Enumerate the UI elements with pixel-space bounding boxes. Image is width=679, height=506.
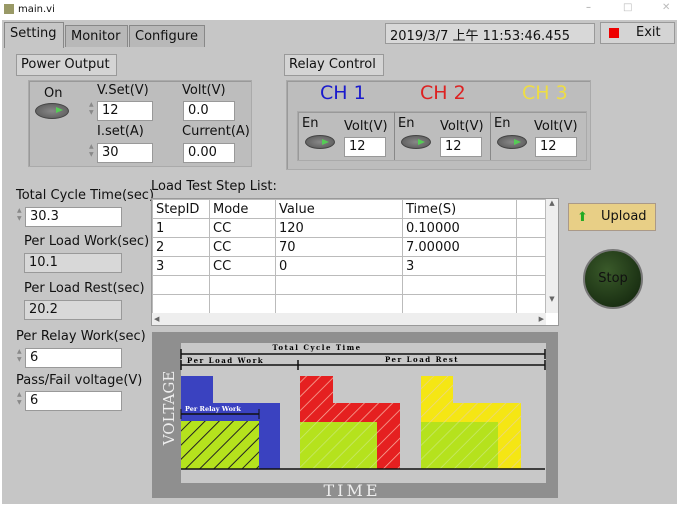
vset-label: V.Set(V) xyxy=(97,83,149,98)
vset-spinner[interactable]: ▲ ▼ xyxy=(89,101,96,117)
stop-square-icon xyxy=(609,28,619,38)
ch3-label: CH 3 xyxy=(522,82,568,104)
table-row[interactable] xyxy=(152,275,546,295)
voltage-axis-label: VOLTAGE xyxy=(160,371,178,447)
per-load-rest-display: 20.2 xyxy=(24,300,122,320)
power-on-toggle[interactable] xyxy=(35,103,69,119)
time-axis-label: TIME xyxy=(323,481,380,498)
pass-fail-input[interactable]: 6 xyxy=(25,391,122,411)
title-bar: main.vi – □ ✕ xyxy=(0,0,679,20)
ch1-enable-toggle[interactable] xyxy=(305,135,335,149)
ch3-en-label: En xyxy=(494,116,511,131)
ch2-enable-toggle[interactable] xyxy=(401,135,431,149)
exit-label: Exit xyxy=(636,25,661,40)
ch1-volt-input[interactable]: 12 xyxy=(344,137,386,157)
per-load-work-diagram-label: Per Load Work xyxy=(187,356,264,365)
iset-label: I.set(A) xyxy=(97,124,144,139)
total-cycle-input[interactable]: 30.3 xyxy=(25,207,122,227)
ch2-en-label: En xyxy=(398,116,415,131)
ch2-volt-label: Volt(V) xyxy=(440,119,484,134)
table-row[interactable] xyxy=(152,294,546,314)
per-relay-work-spinner[interactable]: ▲ ▼ xyxy=(17,348,24,364)
per-load-work-label: Per Load Work(sec) xyxy=(24,234,150,249)
vertical-scrollbar[interactable]: ▲ ▼ xyxy=(546,199,558,313)
up-arrow-icon: ⬆ xyxy=(577,210,588,225)
ch2-label: CH 2 xyxy=(420,82,466,104)
per-load-rest-label: Per Load Rest(sec) xyxy=(24,281,145,296)
iset-input[interactable]: 30 xyxy=(97,143,153,163)
header-mode: Mode xyxy=(209,199,276,219)
ch1-volt-label: Volt(V) xyxy=(344,119,388,134)
tab-configure[interactable]: Configure xyxy=(129,25,205,47)
ch3-volt-label: Volt(V) xyxy=(534,119,578,134)
horizontal-scrollbar[interactable]: ◀ ▶ xyxy=(152,313,546,325)
vset-input[interactable]: 12 xyxy=(97,101,153,121)
iset-spinner[interactable]: ▲ ▼ xyxy=(89,143,96,159)
table-header-row: StepID Mode Value Time(S) xyxy=(152,199,546,219)
upload-label: Upload xyxy=(601,209,647,224)
ch3-enable-toggle[interactable] xyxy=(497,135,527,149)
volt-label: Volt(V) xyxy=(182,83,226,98)
step-list-title: Load Test Step List: xyxy=(151,179,277,194)
timing-diagram: Total Cycle Time Per Load Work Per Load … xyxy=(152,332,558,498)
power-output-title: Power Output xyxy=(16,54,117,76)
close-button[interactable]: ✕ xyxy=(662,2,670,13)
window-title: main.vi xyxy=(18,4,55,15)
current-label: Current(A) xyxy=(182,124,250,139)
maximize-button[interactable]: □ xyxy=(623,2,632,13)
per-load-rest-diagram-label: Per Load Rest xyxy=(385,355,459,364)
exit-button[interactable]: Exit xyxy=(600,22,675,44)
total-cycle-time-label: Total Cycle Time xyxy=(272,343,361,352)
table-row[interactable]: 1 CC 120 0.10000 xyxy=(152,218,546,238)
total-cycle-spinner[interactable]: ▲ ▼ xyxy=(17,207,24,223)
per-relay-work-diagram-label: Per Relay Work xyxy=(185,405,241,413)
ch2-volt-input[interactable]: 12 xyxy=(440,137,482,157)
header-time: Time(S) xyxy=(402,199,517,219)
table-row[interactable]: 2 CC 70 7.00000 xyxy=(152,237,546,257)
header-value: Value xyxy=(275,199,403,219)
relay-control-title: Relay Control xyxy=(284,54,384,76)
datetime-display: 2019/3/7 上午 11:53:46.455 xyxy=(385,23,595,44)
step-list-table[interactable]: StepID Mode Value Time(S) 1 CC 120 0.10000 … xyxy=(151,198,559,326)
table-row[interactable]: 3 CC 0 3 xyxy=(152,256,546,276)
ch1-relay-work-block xyxy=(181,421,259,469)
volt-display: 0.0 xyxy=(183,101,235,121)
header-stepid: StepID xyxy=(152,199,210,219)
tab-setting[interactable]: Setting xyxy=(4,22,64,48)
on-label: On xyxy=(44,86,63,101)
stop-button[interactable]: Stop xyxy=(583,249,643,309)
tab-monitor[interactable]: Monitor xyxy=(65,25,128,47)
ch1-label: CH 1 xyxy=(320,82,366,104)
pass-fail-label: Pass/Fail voltage(V) xyxy=(16,373,143,388)
upload-button[interactable]: ⬆ Upload xyxy=(568,203,656,231)
current-display: 0.00 xyxy=(183,143,235,163)
ch1-en-label: En xyxy=(302,116,319,131)
total-cycle-label: Total Cycle Time(sec) xyxy=(16,188,155,203)
app-icon xyxy=(4,4,14,14)
pass-fail-spinner[interactable]: ▲ ▼ xyxy=(17,391,24,407)
minimize-button[interactable]: – xyxy=(586,2,591,13)
per-relay-work-input[interactable]: 6 xyxy=(25,348,122,368)
per-relay-work-label: Per Relay Work(sec) xyxy=(16,329,146,344)
ch3-volt-input[interactable]: 12 xyxy=(535,137,577,157)
per-load-work-display: 10.1 xyxy=(24,253,122,273)
